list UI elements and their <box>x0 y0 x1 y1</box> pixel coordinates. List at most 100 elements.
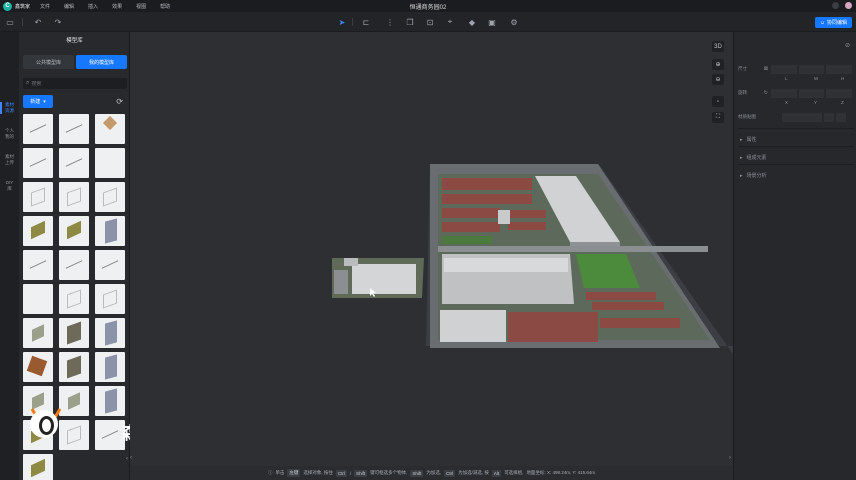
model-thumbnail[interactable] <box>59 114 89 144</box>
menu-file[interactable]: 文件 <box>40 3 50 10</box>
chevron-down-icon: ▾ <box>43 98 46 105</box>
model-thumbnail[interactable] <box>23 114 53 144</box>
model-preview-icon <box>105 218 117 244</box>
view-mode-toggle[interactable]: 3D <box>712 41 724 52</box>
lock-icon[interactable]: ⊡ <box>424 17 436 27</box>
status-text: 选择对象, 按住 <box>303 470 333 475</box>
rotate-icon[interactable]: ↻ <box>764 90 768 96</box>
menu-view[interactable]: 视图 <box>136 3 146 10</box>
rail-item-assets[interactable]: 素材 资源 <box>0 102 19 114</box>
distribute-icon[interactable]: ⋮ <box>384 17 396 27</box>
tab-my-library[interactable]: 我的模型库 <box>76 55 127 69</box>
model-thumbnail[interactable] <box>95 386 125 416</box>
site-model <box>332 164 733 354</box>
render-icon[interactable]: ⚙ <box>508 17 520 27</box>
model-preview-icon <box>105 354 117 380</box>
copy-icon[interactable]: ❐ <box>404 17 416 27</box>
menu-help[interactable]: 帮助 <box>160 3 170 10</box>
model-preview-icon <box>67 187 81 207</box>
model-thumbnail[interactable] <box>23 250 53 280</box>
model-preview-icon <box>67 289 81 309</box>
panel-title: 模型库 <box>66 38 83 44</box>
model-thumbnail[interactable] <box>59 352 89 382</box>
model-thumbnail[interactable] <box>23 318 53 348</box>
menu-insert[interactable]: 插入 <box>88 3 98 10</box>
model-thumbnail[interactable] <box>95 216 125 246</box>
model-thumbnail[interactable] <box>95 352 125 382</box>
rail-item-upload[interactable]: 素材 上传 <box>0 154 19 166</box>
model-thumbnail[interactable] <box>23 454 53 480</box>
model-thumbnail[interactable] <box>95 420 125 450</box>
material-mirror-icon[interactable] <box>824 112 834 122</box>
model-thumbnail[interactable] <box>95 284 125 314</box>
model-thumbnail[interactable] <box>95 250 125 280</box>
chevron-right-icon: ▸ <box>740 136 743 143</box>
redo-icon[interactable]: ↷ <box>52 17 64 27</box>
model-preview-icon <box>65 260 83 269</box>
model-thumbnail[interactable] <box>59 182 89 212</box>
undo-icon[interactable]: ↶ <box>32 17 44 27</box>
model-thumbnail[interactable] <box>23 216 53 246</box>
rail-item-mine[interactable]: 个人 我的 <box>0 128 19 140</box>
menu-effect[interactable]: 效果 <box>112 3 122 10</box>
model-thumbnail[interactable] <box>95 114 125 144</box>
expand-right-icon[interactable]: › <box>729 455 731 461</box>
model-preview-icon <box>67 355 81 379</box>
zoom-out-icon[interactable]: ⊖ <box>712 74 724 85</box>
zoom-in-icon[interactable]: ⊕ <box>712 59 724 70</box>
model-thumbnail[interactable] <box>95 318 125 348</box>
model-thumbnail[interactable] <box>59 148 89 178</box>
avatar[interactable] <box>845 2 852 9</box>
fullscreen-icon[interactable]: ⛶ <box>712 112 724 123</box>
material-select[interactable] <box>782 112 822 122</box>
axis-x: X <box>785 100 789 105</box>
model-thumbnail[interactable] <box>23 352 53 382</box>
search-input[interactable] <box>31 80 122 87</box>
delete-icon[interactable]: ⊘ <box>845 42 850 49</box>
settings-icon[interactable] <box>832 2 839 9</box>
lock-ratio-icon[interactable]: ⊠ <box>764 66 768 72</box>
size-l-input[interactable] <box>770 64 797 74</box>
rail-item-diy[interactable]: DIY 库 <box>0 180 19 192</box>
rot-z-input[interactable] <box>826 88 853 98</box>
group-icon[interactable]: ⌖ <box>444 17 456 27</box>
material-reset-icon[interactable] <box>836 112 846 122</box>
model-thumbnail[interactable] <box>59 318 89 348</box>
model-thumbnail[interactable] <box>23 182 53 212</box>
size-w-input[interactable] <box>798 64 825 74</box>
paint-icon[interactable]: ◆ <box>466 17 478 27</box>
model-thumbnail[interactable] <box>23 148 53 178</box>
model-preview-icon <box>31 220 45 240</box>
tab-public-library[interactable]: 公共模型库 <box>23 55 74 69</box>
select-tool-icon[interactable]: ➤ <box>336 17 348 27</box>
section-elements[interactable]: ▸ 组成元素 <box>740 154 767 162</box>
new-dropdown[interactable]: 新建 ▾ <box>23 95 53 108</box>
image-icon[interactable]: ▣ <box>486 17 498 27</box>
rot-x-input[interactable] <box>770 88 797 98</box>
model-thumbnail[interactable] <box>23 284 53 314</box>
section-attributes[interactable]: ▸ 属性 <box>740 136 757 144</box>
3d-viewport[interactable]: 3D ⊕ ⊖ ▫ ⛶ ‹ › <box>130 32 733 466</box>
model-thumbnail[interactable] <box>59 216 89 246</box>
model-preview-icon <box>32 324 44 342</box>
size-h-input[interactable] <box>826 64 853 74</box>
collapse-panel-icon[interactable]: ‹ <box>126 456 128 462</box>
status-text: 为加选/减选, 按 <box>458 470 489 475</box>
model-thumbnail[interactable] <box>95 182 125 212</box>
size-label: 尺寸 <box>738 66 747 71</box>
align-icon[interactable]: ⊏ <box>360 17 372 27</box>
menu-edit[interactable]: 编辑 <box>64 3 74 10</box>
status-text: 单击 <box>275 470 285 475</box>
model-thumbnail[interactable] <box>59 284 89 314</box>
file-menu-icon[interactable]: ▭ <box>4 17 16 27</box>
frame-icon[interactable]: ▫ <box>712 96 724 107</box>
section-scene-analysis[interactable]: ▸ 场景分析 <box>740 172 767 180</box>
rot-y-input[interactable] <box>798 88 825 98</box>
collab-edit-button[interactable]: ☺ 协同编辑 <box>814 17 852 28</box>
model-thumbnail[interactable] <box>59 250 89 280</box>
model-thumbnail[interactable] <box>95 148 125 178</box>
status-key: Alt <box>491 469 502 477</box>
expand-left-icon[interactable]: ‹ <box>130 455 132 461</box>
refresh-icon[interactable]: ⟳ <box>116 97 123 106</box>
model-preview-icon <box>105 320 117 346</box>
